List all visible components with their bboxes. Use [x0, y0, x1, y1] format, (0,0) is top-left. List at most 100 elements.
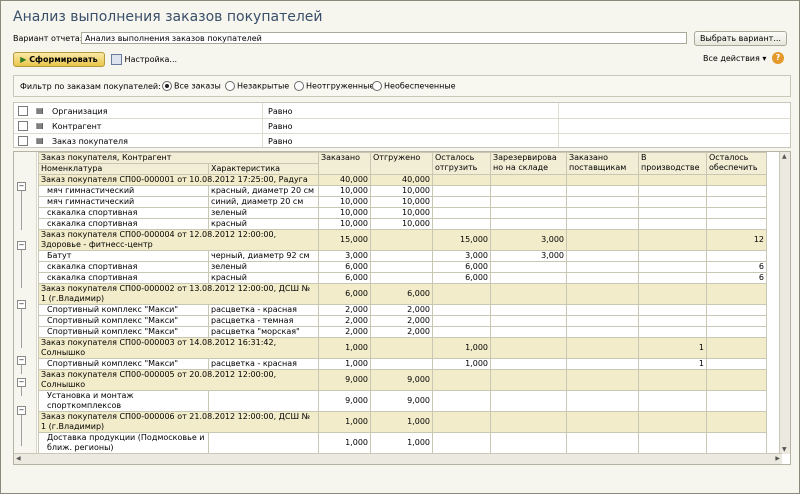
item-name[interactable]: Спортивный комплекс "Макси" [38, 358, 209, 370]
value-cell[interactable] [566, 390, 639, 412]
settings-button[interactable]: Настройка... [111, 52, 177, 67]
value-cell[interactable] [490, 369, 567, 391]
value-cell[interactable] [370, 337, 433, 359]
value-cell[interactable] [490, 218, 567, 230]
value-cell[interactable] [490, 358, 567, 370]
value-cell[interactable] [566, 283, 639, 305]
value-cell[interactable] [706, 315, 767, 327]
value-cell[interactable]: 10,000 [318, 218, 371, 230]
item-name[interactable]: Спортивный комплекс "Макси" [38, 326, 209, 338]
collapse-icon[interactable]: − [17, 241, 26, 250]
collapse-icon[interactable]: − [17, 406, 26, 415]
value-cell[interactable] [566, 185, 639, 197]
value-cell[interactable] [566, 369, 639, 391]
value-cell[interactable] [638, 185, 707, 197]
value-cell[interactable] [566, 218, 639, 230]
collapse-icon[interactable]: − [17, 300, 26, 309]
value-cell[interactable] [370, 229, 433, 251]
item-name[interactable]: скакалка спортивная [38, 207, 209, 219]
order-group-row[interactable]: Заказ покупателя СП00-000003 от 14.08.20… [38, 337, 767, 359]
filter-option-unprovided[interactable]: Необеспеченные [372, 81, 456, 91]
filter-option-unclosed[interactable]: Незакрытые [225, 81, 289, 91]
value-cell[interactable]: 1,000 [318, 432, 371, 454]
order-item-row[interactable]: скакалка спортивная красный 10,000 10,000 [38, 218, 767, 230]
value-cell[interactable] [566, 315, 639, 327]
value-cell[interactable] [638, 304, 707, 316]
order-item-row[interactable]: Установка и монтаж спорткомплексов 9,000 9… [38, 390, 767, 412]
value-cell[interactable] [490, 283, 567, 305]
order-item-row[interactable]: скакалка спортивная красный 6,000 6,000 6 [38, 272, 767, 284]
value-cell[interactable]: 40,000 [370, 174, 433, 186]
value-cell[interactable]: 15,000 [318, 229, 371, 251]
value-cell[interactable]: 6,000 [370, 283, 433, 305]
order-item-row[interactable]: Спортивный комплекс "Макси" расцветка "мо… [38, 326, 767, 338]
value-cell[interactable] [638, 261, 707, 273]
value-cell[interactable] [706, 326, 767, 338]
value-cell[interactable]: 2,000 [318, 304, 371, 316]
value-cell[interactable] [370, 272, 433, 284]
item-characteristic[interactable]: черный, диаметр 92 см [208, 250, 319, 262]
value-cell[interactable] [432, 283, 491, 305]
value-cell[interactable]: 6,000 [318, 283, 371, 305]
order-title[interactable]: Заказ покупателя СП00-000004 от 12.08.20… [38, 229, 319, 251]
value-cell[interactable] [432, 369, 491, 391]
value-cell[interactable] [706, 174, 767, 186]
item-characteristic[interactable]: красный [208, 272, 319, 284]
item-name[interactable]: скакалка спортивная [38, 272, 209, 284]
value-cell[interactable] [706, 304, 767, 316]
value-cell[interactable] [370, 358, 433, 370]
value-cell[interactable] [490, 174, 567, 186]
order-group-row[interactable]: Заказ покупателя СП00-000002 от 13.08.20… [38, 283, 767, 305]
value-cell[interactable] [490, 304, 567, 316]
value-cell[interactable]: 1,000 [318, 411, 371, 433]
value-cell[interactable]: 2,000 [370, 326, 433, 338]
value-cell[interactable] [638, 174, 707, 186]
value-cell[interactable] [432, 390, 491, 412]
scroll-left-icon[interactable]: ◀ [16, 455, 21, 462]
value-cell[interactable] [490, 261, 567, 273]
param-row[interactable]: ▤ Организация Равно [14, 104, 790, 119]
value-cell[interactable] [706, 196, 767, 208]
param-condition[interactable]: Равно [268, 122, 293, 131]
value-cell[interactable] [432, 174, 491, 186]
value-cell[interactable] [566, 411, 639, 433]
value-cell[interactable]: 2,000 [370, 315, 433, 327]
all-actions-menu[interactable]: Все действия ▾ [703, 54, 766, 63]
param-condition[interactable]: Равно [268, 137, 293, 146]
item-characteristic[interactable]: красный, диаметр 20 см [208, 185, 319, 197]
value-cell[interactable] [490, 337, 567, 359]
value-cell[interactable] [706, 283, 767, 305]
value-cell[interactable] [490, 315, 567, 327]
value-cell[interactable] [566, 229, 639, 251]
order-item-row[interactable]: скакалка спортивная зеленый 6,000 6,000 6 [38, 261, 767, 273]
item-characteristic[interactable]: синий, диаметр 20 см [208, 196, 319, 208]
value-cell[interactable] [638, 326, 707, 338]
value-cell[interactable]: 2,000 [370, 304, 433, 316]
value-cell[interactable] [566, 196, 639, 208]
item-characteristic[interactable] [208, 432, 319, 454]
item-characteristic[interactable] [208, 390, 319, 412]
value-cell[interactable] [706, 185, 767, 197]
report-spreadsheet[interactable]: − − − − − − Заказ покупателя, Контрагент… [13, 151, 791, 465]
order-title[interactable]: Заказ покупателя СП00-000002 от 13.08.20… [38, 283, 319, 305]
help-icon[interactable]: ? [772, 52, 784, 64]
order-group-row[interactable]: Заказ покупателя СП00-000005 от 20.08.20… [38, 369, 767, 391]
value-cell[interactable] [638, 229, 707, 251]
value-cell[interactable] [370, 261, 433, 273]
scroll-down-icon[interactable]: ▼ [782, 446, 787, 453]
item-characteristic[interactable]: расцветка - красная [208, 358, 319, 370]
value-cell[interactable] [490, 196, 567, 208]
item-name[interactable]: мяч гимнастический [38, 185, 209, 197]
variant-field[interactable]: Анализ выполнения заказов покупателей [81, 32, 687, 44]
value-cell[interactable]: 2,000 [318, 326, 371, 338]
value-cell[interactable]: 10,000 [318, 196, 371, 208]
collapse-icon[interactable]: − [17, 378, 26, 387]
value-cell[interactable] [638, 411, 707, 433]
value-cell[interactable] [706, 337, 767, 359]
value-cell[interactable] [638, 369, 707, 391]
order-item-row[interactable]: скакалка спортивная зеленый 10,000 10,000 [38, 207, 767, 219]
item-name[interactable]: Спортивный комплекс "Макси" [38, 315, 209, 327]
value-cell[interactable] [706, 411, 767, 433]
value-cell[interactable]: 10,000 [318, 207, 371, 219]
value-cell[interactable] [706, 207, 767, 219]
